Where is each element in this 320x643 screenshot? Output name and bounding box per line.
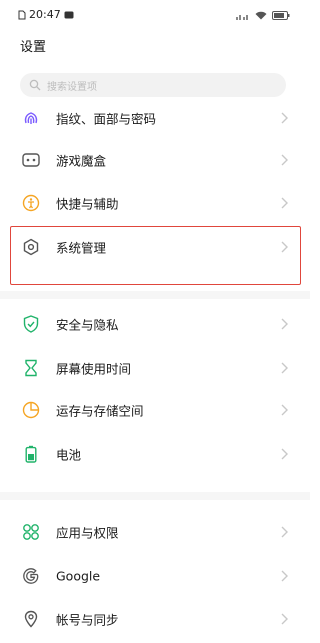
setting-item-label: 游戏魔盒 [56, 153, 107, 169]
setting-item-label: 帐号与同步 [56, 612, 119, 628]
setting-item-fingerprint[interactable]: 指纹、面部与密码 [0, 98, 310, 138]
chevron-right-icon [280, 112, 288, 124]
chevron-right-icon [280, 318, 288, 330]
google-icon [22, 567, 40, 585]
setting-item-memory-storage[interactable]: 运存与存储空间 [0, 390, 310, 430]
account-sync-icon [22, 610, 40, 628]
status-time: 20:47 [29, 8, 61, 21]
fingerprint-icon [22, 109, 40, 127]
setting-item-label: 屏幕使用时间 [56, 361, 132, 377]
apps-icon [22, 523, 40, 541]
setting-item-label: 指纹、面部与密码 [56, 111, 157, 127]
setting-item-label: 安全与隐私 [56, 317, 119, 333]
setting-item-label: 快捷与辅助 [56, 196, 119, 212]
battery-status-icon [272, 5, 290, 24]
section-divider [0, 291, 310, 299]
highlight-box [10, 226, 301, 285]
setting-item-account-sync[interactable]: 帐号与同步 [0, 599, 310, 639]
status-right [236, 5, 290, 24]
signal-icon [236, 5, 250, 24]
search-icon [29, 79, 41, 91]
section-divider [0, 492, 310, 500]
setting-item-apps-permissions[interactable]: 应用与权限 [0, 512, 310, 552]
chevron-right-icon [280, 197, 288, 209]
hourglass-icon [22, 359, 40, 377]
setting-item-screen-time[interactable]: 屏幕使用时间 [0, 348, 310, 388]
setting-item-label: 电池 [56, 447, 82, 463]
message-icon [64, 5, 74, 24]
setting-item-label: 应用与权限 [56, 525, 119, 541]
search-placeholder: 搜索设置项 [47, 81, 97, 93]
chevron-right-icon [280, 404, 288, 416]
storage-icon [22, 401, 40, 419]
setting-item-battery[interactable]: 电池 [0, 434, 310, 474]
wifi-icon [255, 5, 267, 24]
status-left: 20:47 [18, 5, 74, 24]
setting-item-game-box[interactable]: 游戏魔盒 [0, 140, 310, 180]
battery-icon [22, 445, 40, 463]
game-box-icon [22, 151, 40, 169]
chevron-right-icon [280, 448, 288, 460]
chevron-right-icon [280, 154, 288, 166]
status-bar: 20:47 [0, 0, 310, 24]
shield-icon [22, 315, 40, 333]
setting-item-label: Google [56, 568, 101, 584]
chevron-right-icon [280, 362, 288, 374]
search-input[interactable]: 搜索设置项 [20, 73, 286, 97]
sim-icon [18, 5, 26, 24]
chevron-right-icon [280, 613, 288, 625]
chevron-right-icon [280, 570, 288, 582]
setting-item-security-privacy[interactable]: 安全与隐私 [0, 304, 310, 344]
setting-item-label: 运存与存储空间 [56, 403, 144, 419]
chevron-right-icon [280, 526, 288, 538]
setting-item-google[interactable]: Google [0, 556, 310, 596]
setting-item-shortcuts-accessibility[interactable]: 快捷与辅助 [0, 183, 310, 223]
page-title: 设置 [20, 40, 47, 55]
accessibility-icon [22, 194, 40, 212]
